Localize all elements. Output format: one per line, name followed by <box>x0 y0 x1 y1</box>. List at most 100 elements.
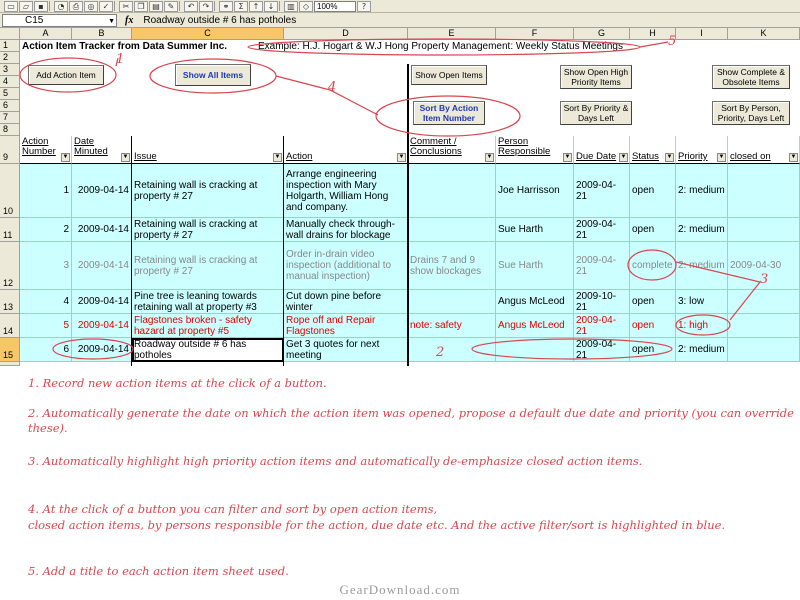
hyperlink-icon[interactable]: ⚭ <box>219 0 233 12</box>
cell-action[interactable]: Rope off and Repair Flagstones <box>284 314 408 338</box>
drawing-icon[interactable]: ◇ <box>299 0 313 12</box>
cell-status[interactable]: open <box>630 290 676 314</box>
filter-dropdown-icon[interactable]: ▼ <box>397 153 406 162</box>
cell-date-minuted[interactable]: 2009-04-14 <box>72 164 132 218</box>
formula-input[interactable]: Roadway outside # 6 has potholes <box>143 15 296 26</box>
cell-priority[interactable]: 2: medium <box>676 338 728 362</box>
filter-dropdown-icon[interactable]: ▼ <box>485 153 494 162</box>
sort-ascending-icon[interactable]: ↑ <box>249 0 263 12</box>
select-all-corner[interactable] <box>0 28 20 40</box>
paste-icon[interactable]: ▤ <box>149 0 163 12</box>
name-box[interactable]: C15 ▼ <box>2 13 117 27</box>
cell-action[interactable]: Cut down pine before winter <box>284 290 408 314</box>
cell-date-minuted[interactable]: 2009-04-14 <box>72 242 132 290</box>
column-header-g[interactable]: G <box>574 28 630 40</box>
cell-person[interactable]: Sue Harth <box>496 218 574 242</box>
cell-due-date[interactable]: 2009-04-21 <box>574 314 630 338</box>
sort-by-action-item-button[interactable]: Sort By Action Item Number <box>413 101 485 125</box>
permission-icon[interactable]: ◔ <box>54 0 68 12</box>
cell-issue-active[interactable]: Roadway outside # 6 has potholes <box>132 338 284 362</box>
cell-status[interactable]: open <box>630 218 676 242</box>
cell-action-number[interactable]: 3 <box>20 242 72 290</box>
save-icon[interactable]: ▪ <box>34 0 48 12</box>
cell-action-number[interactable]: 6 <box>20 338 72 362</box>
filter-dropdown-icon[interactable]: ▼ <box>665 153 674 162</box>
filter-dropdown-icon[interactable]: ▼ <box>61 153 70 162</box>
filter-dropdown-icon[interactable]: ▼ <box>619 153 628 162</box>
cell-person[interactable]: Sue Harth <box>496 242 574 290</box>
show-all-items-button[interactable]: Show All Items <box>175 64 251 86</box>
show-open-high-priority-button[interactable]: Show Open High Priority Items <box>560 65 632 89</box>
zoom-select[interactable]: 100% <box>314 0 356 12</box>
filter-dropdown-icon[interactable]: ▼ <box>789 153 798 162</box>
row-header-6[interactable]: 6 <box>0 100 20 112</box>
column-header-c[interactable]: C <box>132 28 284 40</box>
cell-date-minuted[interactable]: 2009-04-14 <box>72 218 132 242</box>
row-header-4[interactable]: 4 <box>0 76 20 88</box>
cell-closed-on[interactable] <box>728 290 800 314</box>
cell-due-date[interactable]: 2009-04-21 <box>574 164 630 218</box>
help-icon[interactable]: ? <box>357 0 371 12</box>
row-header-3[interactable]: 3 <box>0 64 20 76</box>
cell-action-number[interactable]: 1 <box>20 164 72 218</box>
function-icon[interactable]: fx <box>125 15 133 26</box>
cell-priority[interactable]: 2: medium <box>676 164 728 218</box>
cell-person[interactable]: Joe Harrisson <box>496 164 574 218</box>
open-icon[interactable]: ▱ <box>19 0 33 12</box>
cell-comment[interactable]: Drains 7 and 9 show blockages <box>408 242 496 290</box>
cell-comment[interactable] <box>408 290 496 314</box>
cell-status[interactable]: open <box>630 164 676 218</box>
row-header-8[interactable]: 8 <box>0 124 20 136</box>
redo-icon[interactable]: ↷ <box>199 0 213 12</box>
cell-priority[interactable]: 2: medium <box>676 242 728 290</box>
filter-dropdown-icon[interactable]: ▼ <box>121 153 130 162</box>
cell-due-date[interactable]: 2009-04-21 <box>574 218 630 242</box>
cell-action[interactable]: Arrange engineering inspection with Mary… <box>284 164 408 218</box>
cell-date-minuted[interactable]: 2009-04-14 <box>72 338 132 362</box>
cell-issue[interactable]: Flagstones broken - safety hazard at pro… <box>132 314 284 338</box>
cell-comment[interactable] <box>408 164 496 218</box>
filter-dropdown-icon[interactable]: ▼ <box>717 153 726 162</box>
cell-status[interactable]: open <box>630 338 676 362</box>
row-header-15[interactable]: 15 <box>0 338 20 362</box>
new-icon[interactable]: ▭ <box>4 0 18 12</box>
row-header-12[interactable]: 12 <box>0 242 20 290</box>
column-header-k[interactable]: K <box>728 28 800 40</box>
cell-comment[interactable] <box>408 338 496 362</box>
cell-comment[interactable] <box>408 218 496 242</box>
cell-closed-on[interactable] <box>728 164 800 218</box>
row-header-5[interactable]: 5 <box>0 88 20 100</box>
cell-closed-on[interactable] <box>728 314 800 338</box>
cell-person[interactable] <box>496 338 574 362</box>
cell-date-minuted[interactable]: 2009-04-14 <box>72 314 132 338</box>
cell-status[interactable]: open <box>630 314 676 338</box>
cell-closed-on[interactable] <box>728 338 800 362</box>
cell-due-date[interactable]: 2009-04-21 <box>574 242 630 290</box>
cell-issue[interactable]: Pine tree is leaning towards retaining w… <box>132 290 284 314</box>
show-complete-obsolete-button[interactable]: Show Complete & Obsolete Items <box>712 65 790 89</box>
cell-person[interactable]: Angus McLeod <box>496 314 574 338</box>
cell-action-number[interactable]: 4 <box>20 290 72 314</box>
cell-issue[interactable]: Retaining wall is cracking at property #… <box>132 218 284 242</box>
cell-due-date[interactable]: 2009-10-21 <box>574 290 630 314</box>
copy-icon[interactable]: ❐ <box>134 0 148 12</box>
row-header-1[interactable]: 1 <box>0 40 20 52</box>
column-header-b[interactable]: B <box>72 28 132 40</box>
row-header-2[interactable]: 2 <box>0 52 20 64</box>
cell-comment[interactable]: note: safety <box>408 314 496 338</box>
show-open-items-button[interactable]: Show Open Items <box>411 65 487 85</box>
chevron-down-icon[interactable]: ▼ <box>108 16 115 27</box>
column-header-f[interactable]: F <box>496 28 574 40</box>
autosum-icon[interactable]: Σ <box>234 0 248 12</box>
cell-action-number[interactable]: 5 <box>20 314 72 338</box>
column-header-a[interactable]: A <box>20 28 72 40</box>
undo-icon[interactable]: ↶ <box>184 0 198 12</box>
row-header-7[interactable]: 7 <box>0 112 20 124</box>
cell-action-number[interactable]: 2 <box>20 218 72 242</box>
cut-icon[interactable]: ✂ <box>119 0 133 12</box>
cell-priority[interactable]: 1: high <box>676 314 728 338</box>
row-header-13[interactable]: 13 <box>0 290 20 314</box>
cell-priority[interactable]: 2: medium <box>676 218 728 242</box>
format-painter-icon[interactable]: ✎ <box>164 0 178 12</box>
cell-issue[interactable]: Retaining wall is cracking at property #… <box>132 242 284 290</box>
